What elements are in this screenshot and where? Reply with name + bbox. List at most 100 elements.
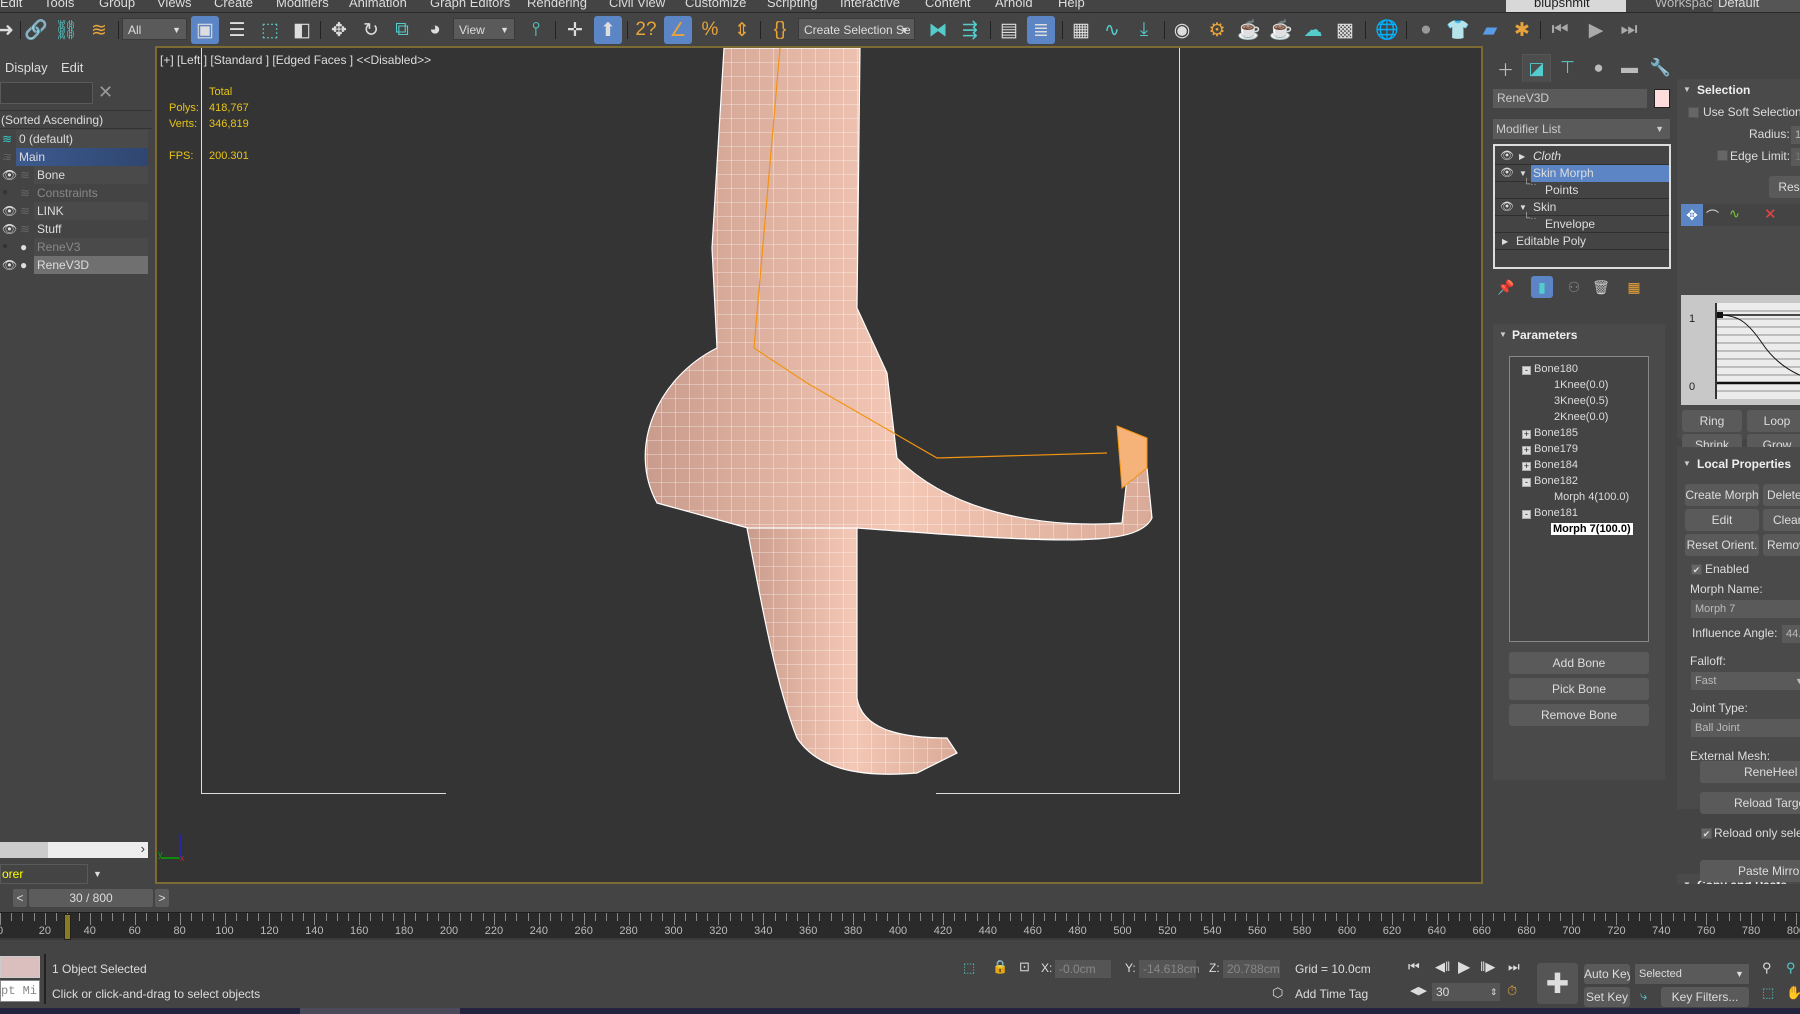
influence-angle-field[interactable]: 44.0 — [1782, 625, 1800, 643]
timeline-playhead[interactable] — [64, 914, 72, 940]
menu-views[interactable]: Views — [157, 0, 191, 10]
morph-node[interactable]: 2Knee(0.0) — [1554, 411, 1608, 423]
set-key-button[interactable]: Set Key — [1584, 987, 1630, 1007]
falloff-dropdown[interactable]: Fast ▼ — [1691, 672, 1800, 690]
layer-row-constraints[interactable]: ● ≋ Constraints — [0, 184, 150, 202]
bone-node[interactable]: Bone179 — [1534, 443, 1578, 455]
morph-name-field[interactable]: Morph 7 — [1691, 600, 1800, 618]
menu-content[interactable]: Content — [925, 0, 971, 10]
cloth-icon[interactable]: 👕 — [1444, 16, 1472, 44]
motion-icon[interactable]: ● — [1584, 54, 1613, 82]
hierarchy-icon[interactable]: ⊤ — [1553, 54, 1582, 82]
curve-canvas[interactable] — [1715, 303, 1800, 399]
morph-node[interactable]: Morph 7(100.0) — [1551, 523, 1633, 535]
time-slider-next[interactable]: > — [155, 889, 169, 907]
mirror-icon[interactable]: ⧓ — [924, 16, 952, 44]
falloff-curve-graph[interactable]: 1 0 — [1681, 295, 1800, 405]
layer-row-renev3[interactable]: ● ● ReneV3 — [0, 238, 150, 256]
scene-explorer-icon[interactable]: ▤ — [995, 16, 1023, 44]
percent-snap-icon[interactable]: % — [696, 16, 724, 44]
radius-field[interactable]: 10 — [1791, 126, 1800, 144]
bind-spacewarp-icon[interactable]: ≋ — [85, 16, 113, 44]
pick-bone-button[interactable]: Pick Bone — [1509, 678, 1649, 700]
eye-icon[interactable]: 👁 — [1500, 165, 1514, 182]
named-selection-dropdown[interactable]: Create Selection Se ▼ — [798, 18, 915, 40]
menu-scripting[interactable]: Scripting — [767, 0, 818, 10]
timeline-ruler[interactable]: 0 20 40 60 80 100 120 140 160 180 200 220 240 260 280 3… — [0, 912, 1800, 940]
time-slider-prev[interactable]: < — [13, 889, 27, 907]
menu-group[interactable]: Group — [99, 0, 135, 10]
reset-orient-button[interactable]: Reset Orient. — [1685, 534, 1759, 556]
edge-limit-checkbox[interactable] — [1717, 150, 1728, 161]
rollout-collapse-icon[interactable]: ▼ — [1683, 459, 1691, 468]
parameters-title[interactable]: Parameters — [1512, 328, 1577, 342]
keyboard-shortcut-icon[interactable]: ⬆ — [594, 16, 622, 44]
time-slider-thumb[interactable]: 30 / 800 — [29, 889, 153, 907]
remove-morph-button[interactable]: Remove — [1763, 534, 1800, 556]
key-filters-button[interactable]: Key Filters... — [1661, 987, 1749, 1007]
select-object-icon[interactable]: ▣ — [191, 16, 219, 44]
maxscript-listener-swatch[interactable] — [0, 956, 40, 978]
edge-limit-field[interactable]: 10 — [1791, 148, 1800, 166]
modifier-cloth[interactable]: 👁 ▶ Cloth — [1495, 148, 1669, 165]
selection-filter-dropdown[interactable]: All ▼ — [122, 18, 187, 40]
current-frame-spinner[interactable]: 30 ⇕ — [1432, 983, 1500, 1001]
explorer-type-dropdown[interactable]: orer ▼ — [0, 864, 102, 884]
render-setup-icon[interactable]: ⚙ — [1203, 16, 1231, 44]
angle-snap-icon[interactable]: ∠ — [664, 16, 692, 44]
add-bone-button[interactable]: Add Bone — [1509, 652, 1649, 674]
remove-modifier-icon[interactable]: 🗑 — [1590, 276, 1612, 298]
menu-arnold[interactable]: Arnold — [995, 0, 1033, 10]
select-place-icon[interactable]: ◕ — [421, 16, 449, 44]
move-point-icon[interactable]: ✥ — [1681, 204, 1703, 226]
eye-hidden-icon[interactable]: ● — [2, 184, 8, 202]
menu-graph-editors[interactable]: Graph Editors — [430, 0, 510, 10]
menu-civil-view[interactable]: Civil View — [609, 0, 665, 10]
display-icon[interactable]: ▬ — [1615, 54, 1644, 82]
menu-create[interactable]: Create — [214, 0, 253, 10]
modifier-list-dropdown[interactable]: Modifier List ▼ — [1493, 119, 1670, 139]
modifier-points[interactable]: └·· Points — [1495, 179, 1669, 199]
manipulate-icon[interactable]: ✛ — [561, 16, 589, 44]
play-animation-icon[interactable]: ▶ — [1458, 957, 1470, 977]
layer-row-stuff[interactable]: 👁 ≋ Stuff — [0, 220, 150, 238]
collapse-icon[interactable]: - — [1522, 510, 1531, 519]
unlink-icon[interactable]: ⛓ — [52, 16, 80, 44]
next-frame-icon[interactable]: ‖▶ — [1480, 959, 1495, 975]
menu-animation[interactable]: Animation — [349, 0, 407, 10]
lower-foot[interactable] — [746, 527, 958, 775]
paste-mirror-button[interactable]: Paste Mirror — [1700, 860, 1800, 882]
viewport-left[interactable]: [+] [Left ] [Standard ] [Edged Faces ] <… — [155, 46, 1483, 884]
rollout-collapse-icon[interactable]: ▼ — [1683, 85, 1691, 94]
utilities-icon[interactable]: 🔧 — [1646, 54, 1675, 82]
auto-key-button[interactable]: Auto Key — [1584, 964, 1630, 984]
create-morph-button[interactable]: Create Morph — [1685, 484, 1759, 506]
toggle-ribbon-icon[interactable]: ▦ — [1067, 16, 1095, 44]
reference-coord-dropdown[interactable]: View ▼ — [453, 18, 515, 40]
modifier-skin[interactable]: 👁 ▼ Skin — [1495, 199, 1669, 216]
expand-icon[interactable]: ▶ — [1502, 233, 1508, 250]
foot-mesh[interactable] — [157, 48, 1481, 882]
edit-named-sel-icon[interactable]: {} — [766, 16, 794, 44]
modifier-editable-poly[interactable]: ▶ Editable Poly — [1495, 233, 1669, 250]
menu-tools[interactable]: Tools — [44, 0, 74, 10]
tube-icon[interactable]: ▰ — [1476, 16, 1504, 44]
go-to-end-icon[interactable]: ⏭ — [1508, 959, 1520, 975]
menu-customize[interactable]: Customize — [685, 0, 746, 10]
a360-icon[interactable]: 🌐 — [1373, 16, 1401, 44]
expand-icon[interactable]: + — [1522, 462, 1531, 471]
use-soft-selection-checkbox[interactable] — [1688, 107, 1699, 118]
modifier-envelope[interactable]: └·· Envelope — [1495, 213, 1669, 233]
selection-lock-icon[interactable]: 🔒 — [992, 959, 1008, 975]
reload-only-selected-checkbox[interactable]: ✔ — [1701, 828, 1712, 839]
show-end-result-icon[interactable]: ▮ — [1531, 276, 1553, 298]
previous-frame-icon[interactable]: ◀‖ — [1435, 959, 1450, 975]
modify-icon[interactable]: ◪ — [1522, 54, 1551, 82]
pan-hand-icon[interactable]: ✋ — [1786, 985, 1800, 1001]
render-cloud-icon[interactable]: ☁ — [1299, 16, 1327, 44]
edit-morph-button[interactable]: Edit — [1685, 509, 1759, 531]
menu-interactive[interactable]: Interactive — [840, 0, 900, 10]
time-config-arrows-icon[interactable]: ◀▶ — [1410, 984, 1427, 997]
bone-node[interactable]: Bone184 — [1534, 459, 1578, 471]
eye-icon[interactable]: 👁 — [2, 220, 17, 238]
